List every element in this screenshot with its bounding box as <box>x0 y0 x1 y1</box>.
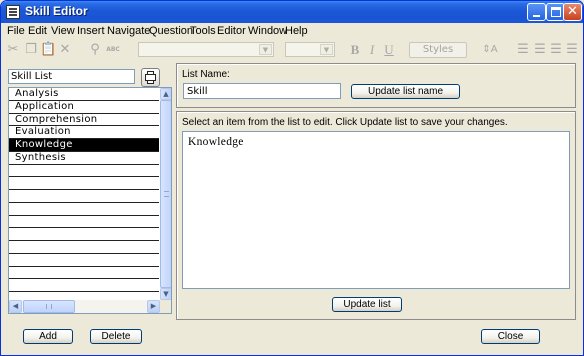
menu-tools[interactable]: Tools <box>190 25 216 37</box>
horizontal-scroll-thumb[interactable] <box>23 300 75 313</box>
scroll-left-icon[interactable]: ◀ <box>9 300 22 313</box>
menu-navigate[interactable]: Navigate <box>107 25 150 37</box>
copy-icon[interactable]: ❐ <box>23 42 39 58</box>
maximize-icon <box>551 7 561 17</box>
close-button[interactable]: Close <box>481 329 540 344</box>
font-name-combo[interactable]: ▼ <box>138 42 274 57</box>
justify-icon[interactable]: ☰ <box>564 42 580 58</box>
styles-button[interactable]: Styles <box>409 42 467 58</box>
window-title: Skill Editor <box>25 4 88 18</box>
menu-file[interactable]: File <box>7 25 25 37</box>
print-button[interactable] <box>141 68 160 87</box>
close-window-button[interactable]: ✕ <box>563 3 582 21</box>
skill-listbox[interactable]: Analysis Application Comprehension Evaluati… <box>8 87 172 314</box>
menu-help[interactable]: Help <box>285 25 308 37</box>
menu-bar: File Edit View Insert Navigate Question … <box>1 23 583 39</box>
grip-icon <box>164 191 169 197</box>
vertical-scrollbar[interactable]: ▲ ▼ <box>160 88 171 300</box>
underline-icon[interactable]: U <box>381 42 397 58</box>
update-list-name-button[interactable]: Update list name <box>351 84 460 99</box>
list-item[interactable] <box>9 228 159 241</box>
list-item[interactable] <box>9 254 159 267</box>
toolbar: ✂ ❐ 📋 ✕ ⚲ ABC ▼ ▼ B I U Styles ⇕A ☰ ☰ ☰ … <box>1 39 583 61</box>
list-item[interactable] <box>9 203 159 216</box>
menu-editor[interactable]: Editor <box>217 25 246 37</box>
italic-icon[interactable]: I <box>364 42 380 58</box>
menu-view[interactable]: View <box>51 25 75 37</box>
update-list-button[interactable]: Update list <box>332 297 402 312</box>
scroll-down-icon[interactable]: ▼ <box>160 288 171 300</box>
skill-list-selector[interactable]: Skill List <box>8 69 135 84</box>
horizontal-scrollbar[interactable]: ◀ ▶ <box>9 300 160 313</box>
bold-icon[interactable]: B <box>347 42 363 58</box>
app-icon <box>6 5 20 19</box>
cut-icon[interactable]: ✂ <box>5 42 21 58</box>
list-item[interactable] <box>9 177 159 190</box>
align-left-icon[interactable]: ☰ <box>515 42 531 58</box>
list-item[interactable] <box>9 165 159 178</box>
scroll-right-icon[interactable]: ▶ <box>147 300 160 313</box>
align-center-icon[interactable]: ☰ <box>532 42 548 58</box>
list-name-panel: List Name: Skill Update list name <box>176 63 576 108</box>
font-size-icon[interactable]: ⇕A <box>480 42 500 58</box>
vertical-scroll-thumb[interactable] <box>160 100 171 288</box>
chevron-down-icon[interactable]: ▼ <box>320 44 333 55</box>
list-item[interactable] <box>9 190 159 203</box>
list-item[interactable] <box>9 241 159 254</box>
add-button[interactable]: Add <box>23 329 73 344</box>
delete-button[interactable]: Delete <box>90 329 142 344</box>
menu-window[interactable]: Window <box>248 25 287 37</box>
printer-tray <box>147 80 154 84</box>
title-bar[interactable]: Skill Editor ✕ <box>1 1 583 23</box>
list-item[interactable]: Evaluation <box>9 126 159 139</box>
scroll-corner <box>160 300 171 313</box>
align-right-icon[interactable]: ☰ <box>548 42 564 58</box>
list-item[interactable]: Comprehension <box>9 114 159 127</box>
list-item[interactable] <box>9 279 159 292</box>
list-item[interactable]: Analysis <box>9 88 159 101</box>
skill-editor-window: Skill Editor ✕ File Edit View Insert Nav… <box>0 0 584 356</box>
scroll-up-icon[interactable]: ▲ <box>160 88 171 100</box>
list-item[interactable]: Synthesis <box>9 152 159 165</box>
skill-list-rows: Analysis Application Comprehension Evaluati… <box>9 88 159 305</box>
font-size-combo[interactable]: ▼ <box>285 42 335 57</box>
chevron-down-icon[interactable]: ▼ <box>259 44 272 55</box>
list-name-label: List Name: <box>182 69 230 80</box>
list-item[interactable]: Knowledge <box>9 139 159 152</box>
delete-icon[interactable]: ✕ <box>57 42 73 58</box>
minimize-icon <box>533 15 540 17</box>
item-editor-panel: Select an item from the list to edit. Cl… <box>176 111 576 320</box>
spellcheck-icon[interactable]: ABC <box>105 42 121 58</box>
menu-edit[interactable]: Edit <box>28 25 47 37</box>
instructions-text: Select an item from the list to edit. Cl… <box>182 117 508 128</box>
spellcheck-label: ABC <box>106 46 120 53</box>
minimize-button[interactable] <box>527 3 546 21</box>
menu-question[interactable]: Question <box>149 25 193 37</box>
grip-icon <box>46 304 52 309</box>
list-item[interactable] <box>9 216 159 229</box>
paste-icon[interactable]: 📋 <box>40 42 56 58</box>
item-editor-textarea[interactable]: Knowledge <box>182 131 570 289</box>
list-item[interactable] <box>9 267 159 280</box>
list-item[interactable]: Application <box>9 101 159 114</box>
find-icon[interactable]: ⚲ <box>87 42 103 58</box>
menu-insert[interactable]: Insert <box>77 25 105 37</box>
close-icon: ✕ <box>567 4 578 19</box>
list-name-input[interactable]: Skill <box>183 83 341 99</box>
